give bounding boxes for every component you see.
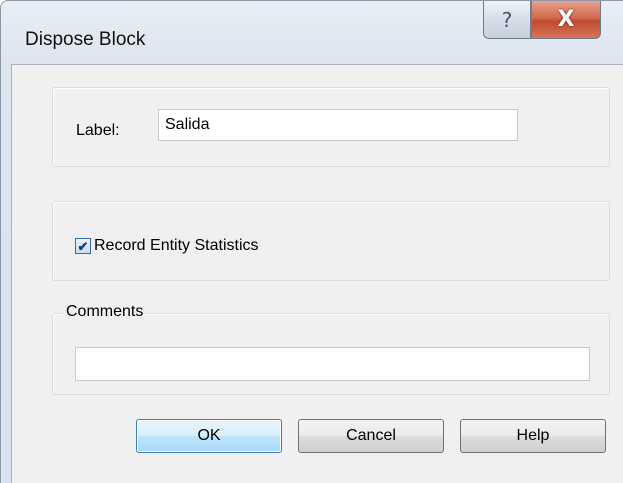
close-icon: X — [557, 7, 575, 32]
help-icon: ? — [501, 7, 513, 32]
checkmark-icon: ✔ — [77, 238, 89, 254]
cancel-button[interactable]: Cancel — [298, 419, 444, 453]
record-entity-statistics-label[interactable]: Record Entity Statistics — [94, 237, 259, 255]
dialog-title: Dispose Block — [25, 29, 146, 50]
help-button[interactable]: Help — [460, 419, 606, 453]
comments-legend: Comments — [64, 303, 146, 321]
label-caption: Label: — [76, 122, 120, 139]
label-input[interactable] — [158, 109, 518, 141]
context-help-button[interactable]: ? — [483, 1, 531, 39]
ok-button[interactable]: OK — [136, 419, 282, 453]
dispose-block-dialog: Dispose Block ? X Label: ✔ Record Entity… — [0, 0, 623, 483]
close-button[interactable]: X — [531, 1, 601, 39]
record-entity-statistics-checkbox[interactable]: ✔ — [75, 238, 91, 254]
dialog-body: Label: ✔ Record Entity Statistics Commen… — [11, 64, 623, 483]
comments-input[interactable] — [75, 347, 590, 381]
